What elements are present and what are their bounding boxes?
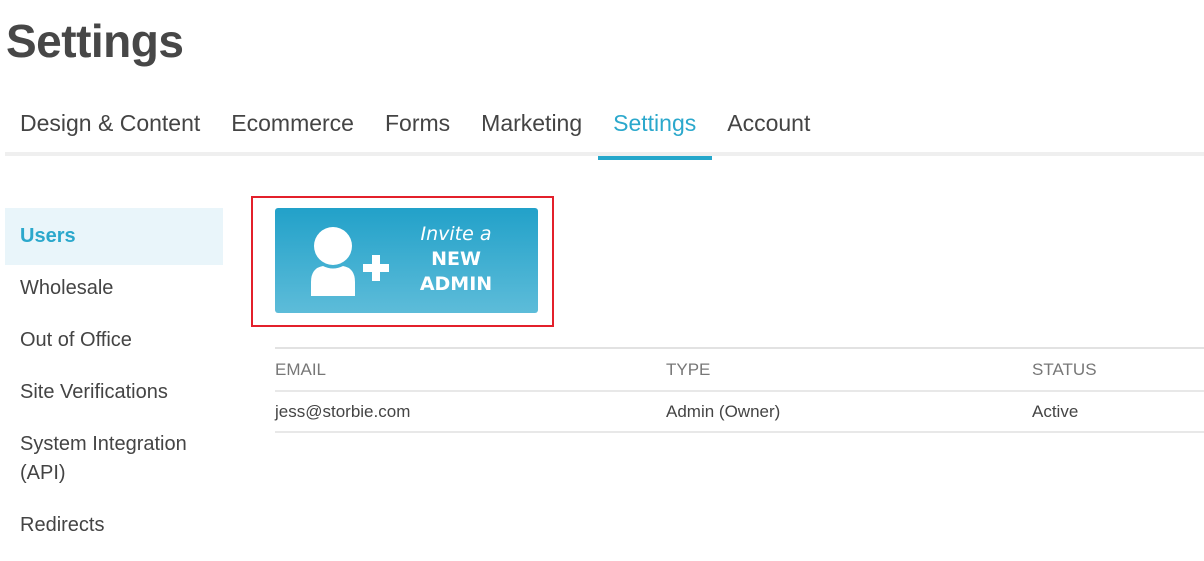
sidebar-item-site-verifications[interactable]: Site Verifications: [5, 364, 223, 421]
users-table: EMAIL TYPE STATUS jess@storbie.com Admin…: [275, 347, 1204, 433]
invite-line-3: ADMIN: [419, 273, 493, 295]
invite-button-text: Invite a NEW ADMIN: [403, 222, 509, 297]
user-status: Active: [1032, 401, 1079, 421]
tab-design-content[interactable]: Design & Content: [5, 100, 216, 156]
table-row[interactable]: jess@storbie.com Admin (Owner) Active: [275, 392, 1204, 433]
page-title: Settings: [6, 15, 184, 67]
settings-sidebar: Users Wholesale Out of Office Site Verif…: [5, 208, 223, 549]
column-header-type[interactable]: TYPE: [666, 360, 1032, 380]
main-tabs: Design & Content Ecommerce Forms Marketi…: [5, 100, 1204, 160]
sidebar-item-redirects[interactable]: Redirects: [5, 497, 223, 554]
tab-account[interactable]: Account: [712, 100, 826, 156]
sidebar-item-system-integration[interactable]: System Integration (API): [5, 416, 223, 502]
table-header-row: EMAIL TYPE STATUS: [275, 349, 1204, 392]
sidebar-item-out-of-office[interactable]: Out of Office: [5, 312, 223, 369]
column-header-status[interactable]: STATUS: [1032, 360, 1204, 380]
add-user-icon: [311, 227, 389, 296]
column-header-email[interactable]: EMAIL: [275, 360, 666, 380]
tab-ecommerce[interactable]: Ecommerce: [216, 100, 370, 156]
invite-line-2: NEW: [431, 248, 481, 270]
sidebar-item-wholesale[interactable]: Wholesale: [5, 260, 223, 317]
invite-new-admin-button[interactable]: Invite a NEW ADMIN: [275, 208, 538, 313]
tab-marketing[interactable]: Marketing: [466, 100, 598, 156]
tab-forms[interactable]: Forms: [370, 100, 466, 156]
sidebar-item-users[interactable]: Users: [5, 208, 223, 265]
user-email: jess@storbie.com: [275, 401, 411, 421]
user-type: Admin (Owner): [666, 401, 781, 421]
invite-line-1: Invite a: [420, 223, 492, 245]
tab-settings[interactable]: Settings: [598, 100, 713, 160]
